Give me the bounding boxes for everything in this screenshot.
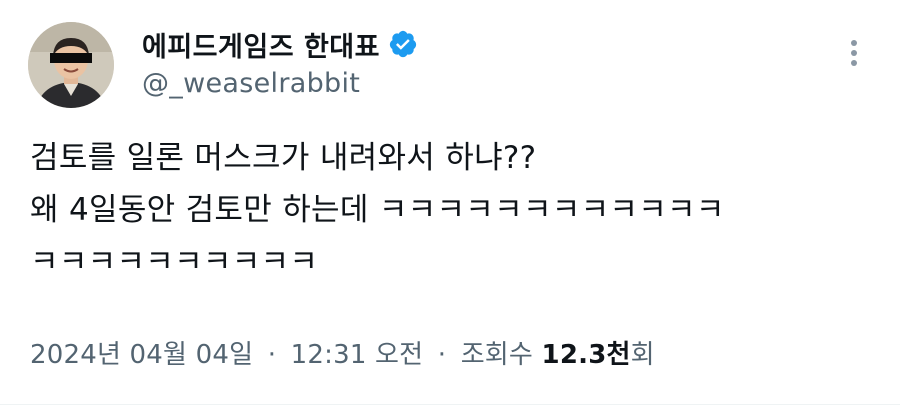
tweet-meta: 2024년 04월 04일 · 12:31 오전 · 조회수 12.3천회 — [30, 334, 655, 371]
tweet-text-line: 왜 4일동안 검토만 하는데 ㅋㅋㅋㅋㅋㅋㅋㅋㅋㅋㅋㅋ — [30, 192, 725, 228]
display-name-row: 에피드게임즈 한대표 — [142, 24, 418, 64]
views-count[interactable]: 12.3천 — [542, 340, 631, 370]
tweet-header: 에피드게임즈 한대표 @_weaselrabbit — [28, 22, 872, 112]
tweet-text: 검토를 일론 머스크가 내려와서 하냐?? 왜 4일동안 검토만 하는데 ㅋㅋㅋ… — [30, 132, 880, 288]
display-name[interactable]: 에피드게임즈 한대표 — [142, 25, 380, 64]
tweet-text-line: 검토를 일론 머스크가 내려와서 하냐?? — [30, 140, 537, 176]
more-vertical-icon[interactable] — [844, 40, 864, 76]
tweet-date[interactable]: 2024년 04월 04일 — [30, 340, 253, 370]
meta-separator: · — [437, 340, 447, 370]
author-names: 에피드게임즈 한대표 @_weaselrabbit — [142, 24, 418, 99]
avatar-image — [28, 22, 114, 108]
views-label: 조회수 — [460, 340, 534, 370]
tweet-card: 에피드게임즈 한대표 @_weaselrabbit 검토를 일론 머스크가 내려… — [0, 0, 900, 413]
verified-badge-icon[interactable] — [388, 29, 418, 59]
views-suffix: 회 — [630, 340, 655, 370]
tweet-time[interactable]: 12:31 오전 — [291, 340, 424, 370]
tweet-text-line: ㅋㅋㅋㅋㅋㅋㅋㅋㅋㅋ — [30, 244, 319, 280]
author-handle[interactable]: @_weaselrabbit — [142, 68, 418, 99]
avatar[interactable] — [28, 22, 114, 108]
divider — [0, 404, 900, 405]
meta-separator: · — [267, 340, 277, 370]
